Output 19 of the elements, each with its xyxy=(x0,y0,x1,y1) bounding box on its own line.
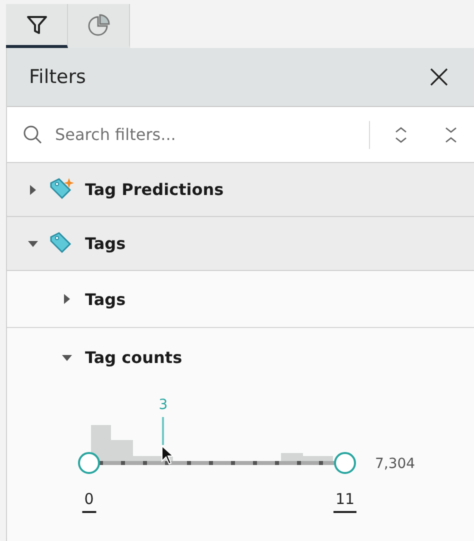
filter-group[interactable]: Tag Predictions xyxy=(7,163,474,217)
cursor-icon xyxy=(161,445,176,465)
filter-subgroup[interactable]: Tag counts xyxy=(61,348,474,367)
expand-icon xyxy=(394,126,408,144)
filter-icon xyxy=(26,14,48,36)
filter-group[interactable]: Tags xyxy=(7,217,474,271)
hover-value: 3 xyxy=(158,397,168,413)
panel-title: Filters xyxy=(29,66,86,88)
range-value[interactable]: 11 xyxy=(333,490,357,513)
slider-handle[interactable] xyxy=(333,451,357,475)
total-count: 7,304 xyxy=(375,456,416,472)
collapse-icon xyxy=(444,126,458,144)
range-value[interactable]: 0 xyxy=(82,490,96,513)
pie-chart-icon xyxy=(86,12,112,38)
close-icon xyxy=(430,68,448,86)
close-button[interactable] xyxy=(428,66,450,88)
slider-handle[interactable] xyxy=(77,451,101,475)
search-icon xyxy=(23,124,43,144)
panel-tab[interactable] xyxy=(6,4,68,48)
